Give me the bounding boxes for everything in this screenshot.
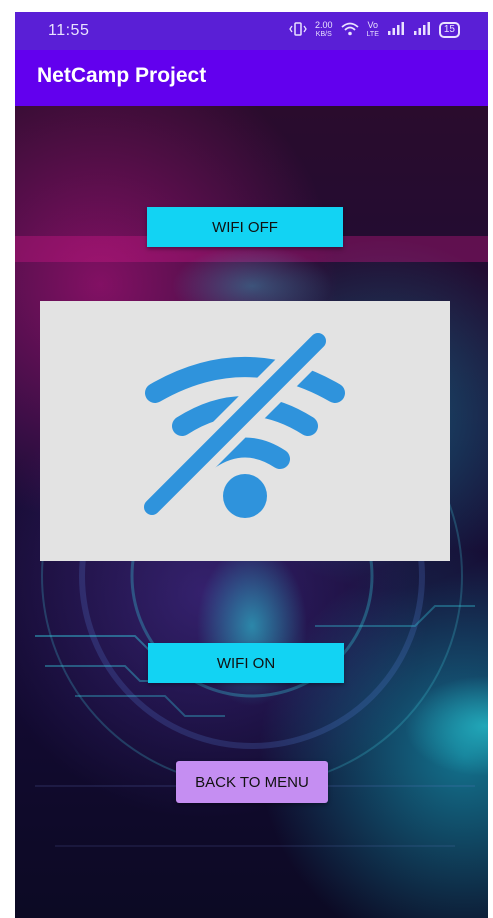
vibrate-icon	[289, 21, 307, 39]
wifi-on-button[interactable]: WIFI ON	[148, 643, 344, 683]
volte-top: Vo	[367, 20, 378, 30]
data-speed-unit: KB/S	[315, 31, 332, 38]
main-content: WIFI OFF WIFI ON BACK TO MENU	[15, 106, 488, 918]
app-bar: NetCamp Project	[15, 50, 488, 106]
wifi-off-button[interactable]: WIFI OFF	[147, 207, 343, 247]
phone-screen: 11:55 2.00 KB/S Vo LTE 15 NetCamp Projec…	[15, 12, 488, 918]
back-to-menu-button[interactable]: BACK TO MENU	[176, 761, 328, 803]
data-speed: 2.00 KB/S	[315, 21, 333, 39]
signal-icon	[387, 22, 405, 38]
status-bar: 11:55 2.00 KB/S Vo LTE 15	[15, 12, 488, 50]
battery-icon: 15	[438, 22, 460, 38]
data-speed-value: 2.00	[315, 20, 333, 30]
wifi-icon	[340, 22, 359, 39]
volte-indicator: Vo LTE	[367, 21, 379, 39]
signal-icon	[413, 22, 431, 38]
wifi-off-icon	[137, 326, 345, 522]
volte-bottom: LTE	[366, 31, 379, 38]
status-time: 11:55	[48, 22, 90, 39]
status-icons: 2.00 KB/S Vo LTE 15	[289, 21, 460, 39]
app-title: NetCamp Project	[37, 64, 207, 87]
wifi-status-image	[40, 301, 450, 561]
